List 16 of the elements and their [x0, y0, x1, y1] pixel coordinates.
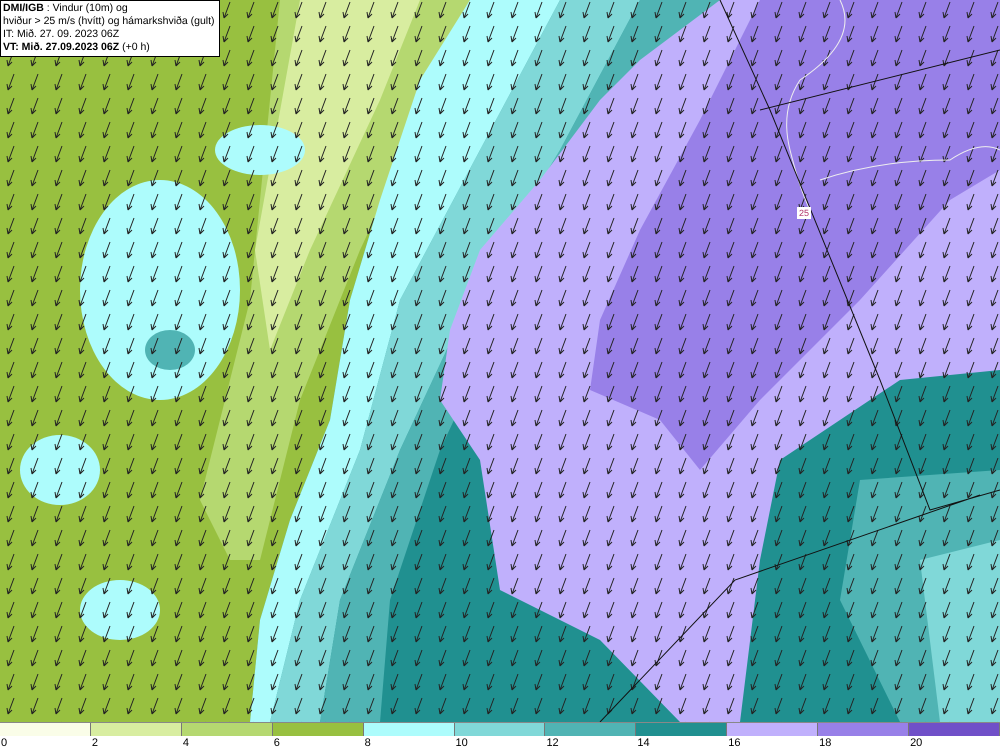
- legend-label: 12: [545, 736, 559, 750]
- contour-label: 25: [797, 207, 812, 219]
- legend-label: 6: [272, 736, 280, 750]
- title-line: VT: Mið. 27.09.2023 06Z (+0 h): [3, 41, 151, 54]
- legend-label: 14: [636, 736, 650, 750]
- legend-label: 10: [454, 736, 468, 750]
- legend-label: 2: [90, 736, 98, 750]
- title-line: hviður > 25 m/s (hvítt) og hámarkshviða (gult): [3, 15, 215, 28]
- legend-label: 20: [909, 736, 922, 750]
- legend-label: 16: [727, 736, 740, 750]
- legend-label: 0: [0, 736, 8, 750]
- legend-label: 4: [182, 736, 189, 750]
- title-line: DMI/IGB : Vindur (10m) og: [3, 2, 129, 15]
- legend-label: 18: [818, 736, 832, 750]
- title-line: IT: Mið. 27. 09. 2023 06Z: [3, 28, 120, 41]
- legend-label: 8: [364, 736, 371, 750]
